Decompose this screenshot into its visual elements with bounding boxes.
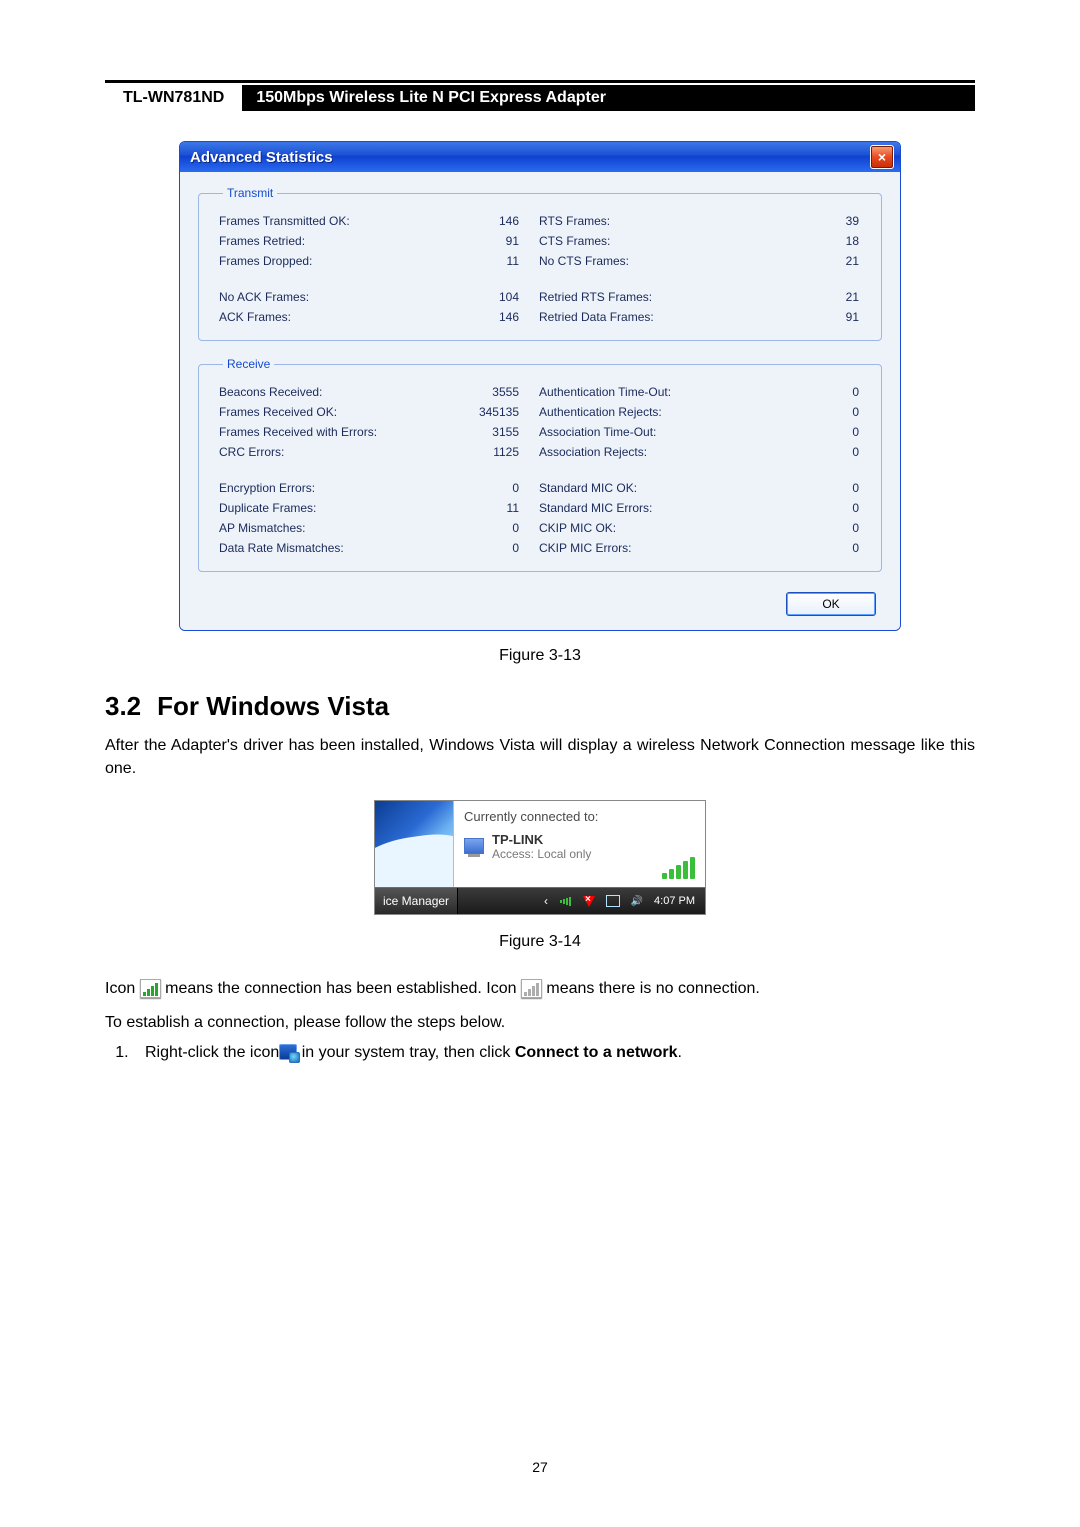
stat-value: 146	[449, 310, 519, 324]
stat-value: 21	[789, 254, 859, 268]
stat-value: 18	[789, 234, 859, 248]
close-icon: ×	[878, 150, 886, 164]
stat-value: 11	[449, 501, 519, 515]
stat-value: 345135	[449, 405, 519, 419]
stat-label: CKIP MIC Errors:	[539, 541, 769, 555]
stat-label: Standard MIC OK:	[539, 481, 769, 495]
step-1: Right-click the icon in your system tray…	[133, 1044, 975, 1062]
tray-net-icon	[279, 1044, 297, 1060]
connected-heading: Currently connected to:	[464, 809, 695, 824]
stat-value: 0	[789, 385, 859, 399]
stat-label: Standard MIC Errors:	[539, 501, 769, 515]
stat-value: 0	[789, 405, 859, 419]
stat-label: Authentication Time-Out:	[539, 385, 769, 399]
stat-value: 91	[789, 310, 859, 324]
stat-value: 0	[789, 521, 859, 535]
stat-value: 0	[449, 481, 519, 495]
signal-disconnected-icon	[521, 979, 542, 998]
section-number: 3.2	[105, 691, 141, 721]
intro-paragraph: After the Adapter's driver has been inst…	[105, 734, 975, 780]
stat-label: No ACK Frames:	[219, 290, 429, 304]
receive-legend: Receive	[223, 357, 274, 371]
stat-value: 11	[449, 254, 519, 268]
doc-header: TL-WN781ND 150Mbps Wireless Lite N PCI E…	[105, 85, 975, 111]
stat-value: 0	[789, 501, 859, 515]
stat-label: ACK Frames:	[219, 310, 429, 324]
model-desc: 150Mbps Wireless Lite N PCI Express Adap…	[248, 85, 975, 111]
advanced-stats-window: Advanced Statistics × Transmit Frames Tr…	[179, 141, 901, 631]
tray-signal-icon[interactable]	[558, 894, 572, 908]
page-number: 27	[0, 1459, 1080, 1475]
taskbar: ice Manager ‹ 4:07 PM	[375, 888, 705, 914]
stat-label: Frames Received with Errors:	[219, 425, 429, 439]
stat-label: Frames Retried:	[219, 234, 429, 248]
tray-shield-icon[interactable]	[582, 894, 596, 908]
signal-connected-icon	[140, 979, 161, 998]
stat-value: 0	[789, 445, 859, 459]
figure-3-13-caption: Figure 3-13	[105, 647, 975, 665]
network-name: TP-LINK	[492, 832, 591, 847]
tray-volume-icon[interactable]	[630, 894, 644, 908]
stat-label: Authentication Rejects:	[539, 405, 769, 419]
stat-label: Retried RTS Frames:	[539, 290, 769, 304]
follow-steps-line: To establish a connection, please follow…	[105, 1011, 975, 1034]
stat-value: 1125	[449, 445, 519, 459]
stat-label: CKIP MIC OK:	[539, 521, 769, 535]
tray-clock: 4:07 PM	[654, 895, 695, 907]
stat-value: 146	[449, 214, 519, 228]
stat-value: 91	[449, 234, 519, 248]
window-title: Advanced Statistics	[190, 149, 333, 166]
stat-label: Encryption Errors:	[219, 481, 429, 495]
stat-label: Retried Data Frames:	[539, 310, 769, 324]
stat-label: CTS Frames:	[539, 234, 769, 248]
stat-label: Frames Received OK:	[219, 405, 429, 419]
stat-value: 0	[449, 541, 519, 555]
section-title: For Windows Vista	[157, 691, 389, 721]
stat-value: 104	[449, 290, 519, 304]
stat-label: Duplicate Frames:	[219, 501, 429, 515]
taskbar-button[interactable]: ice Manager	[375, 888, 458, 914]
stat-label: RTS Frames:	[539, 214, 769, 228]
figure-3-14-caption: Figure 3-14	[105, 933, 975, 951]
stat-value: 0	[789, 541, 859, 555]
desktop-thumb	[375, 801, 454, 887]
stat-value: 3555	[449, 385, 519, 399]
transmit-legend: Transmit	[223, 186, 277, 200]
close-button[interactable]: ×	[870, 145, 894, 169]
stat-label: Frames Transmitted OK:	[219, 214, 429, 228]
icon-legend-line: Icon means the connection has been estab…	[105, 977, 975, 1000]
titlebar: Advanced Statistics ×	[180, 142, 900, 172]
connect-to-network-bold: Connect to a network	[515, 1044, 678, 1061]
section-heading: 3.2 For Windows Vista	[105, 691, 975, 722]
stat-value: 0	[449, 521, 519, 535]
stat-value: 39	[789, 214, 859, 228]
ok-button[interactable]: OK	[786, 592, 876, 616]
stat-value: 3155	[449, 425, 519, 439]
vista-popup: Currently connected to: TP-LINK Access: …	[374, 800, 706, 915]
monitor-icon	[464, 838, 484, 854]
stat-label: Data Rate Mismatches:	[219, 541, 429, 555]
stat-label: No CTS Frames:	[539, 254, 769, 268]
stat-label: CRC Errors:	[219, 445, 429, 459]
stat-label: Association Rejects:	[539, 445, 769, 459]
network-access: Access: Local only	[492, 847, 591, 861]
stat-label: AP Mismatches:	[219, 521, 429, 535]
stat-value: 0	[789, 425, 859, 439]
model-label: TL-WN781ND	[105, 85, 248, 111]
tray-network-icon[interactable]	[606, 894, 620, 908]
system-tray: ‹ 4:07 PM	[534, 894, 705, 908]
transmit-group: Transmit Frames Transmitted OK: 146 RTS Fr…	[198, 186, 882, 341]
stat-label: Association Time-Out:	[539, 425, 769, 439]
stat-value: 0	[789, 481, 859, 495]
stat-value: 21	[789, 290, 859, 304]
receive-group: Receive Beacons Received: 3555 Authenticat…	[198, 357, 882, 572]
tray-arrow-icon[interactable]: ‹	[544, 894, 548, 908]
stat-label: Frames Dropped:	[219, 254, 429, 268]
signal-bars-icon	[662, 857, 695, 879]
stat-label: Beacons Received:	[219, 385, 429, 399]
